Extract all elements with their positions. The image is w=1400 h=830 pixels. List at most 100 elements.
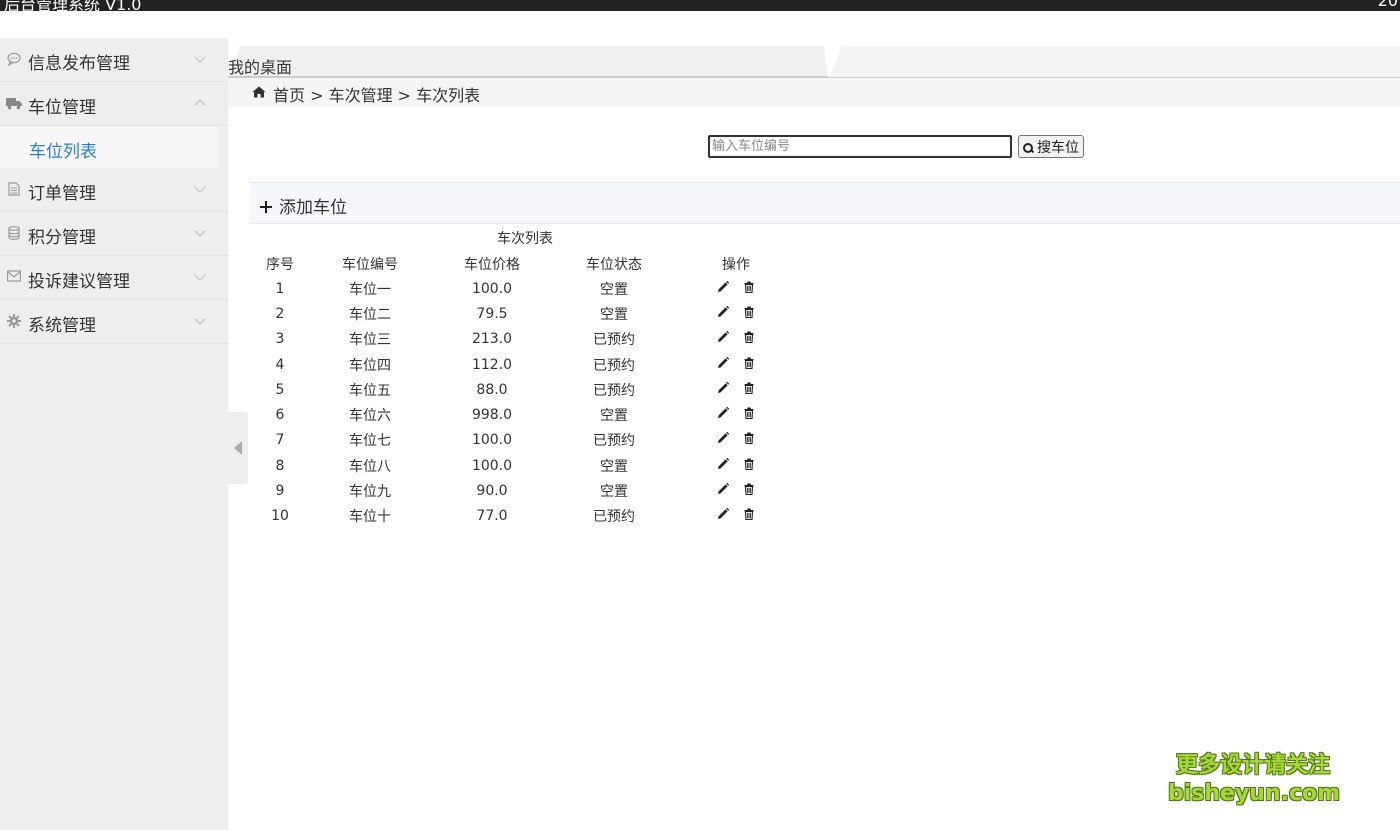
cell-code: 车位十 <box>349 509 391 526</box>
pencil-icon[interactable] <box>717 381 730 394</box>
add-parking-label: 添加车位 <box>279 198 347 218</box>
cell-index: 4 <box>275 356 285 373</box>
cell-status: 已预约 <box>593 382 635 399</box>
table-caption: 车次列表 <box>497 231 553 247</box>
sidebar-item-parking[interactable]: 车位管理 <box>0 82 228 126</box>
tab-my-desktop[interactable]: 我的桌面 <box>228 54 292 78</box>
sidebar-subitem-parking-list[interactable]: 车位列表 <box>0 126 218 168</box>
cell-index: 5 <box>275 381 285 398</box>
col-header-status: 车位状态 <box>586 256 642 273</box>
pencil-icon[interactable] <box>717 508 730 520</box>
table-row: 4 车位四 112.0 已预约 <box>250 352 798 377</box>
cell-code: 车位八 <box>349 458 391 475</box>
breadcrumb-text[interactable]: 首页 > 车次管理 > 车次列表 <box>273 82 480 106</box>
trash-icon[interactable] <box>743 357 755 369</box>
cell-code: 车位六 <box>349 408 391 425</box>
sidebar-item-label: 信息发布管理 <box>28 54 130 74</box>
cell-price: 88.0 <box>476 381 508 398</box>
parking-table: 序号 车位编号 车位价格 车位状态 操作 1 车位一 100.0 空置 2 车位二 79.5… <box>250 251 798 529</box>
sidebar-item-label: 投诉建议管理 <box>28 272 130 292</box>
chat-icon <box>6 52 22 68</box>
table-row: 8 车位八 100.0 空置 <box>250 453 798 478</box>
sidebar-subitem-label: 车位列表 <box>29 142 97 162</box>
trash-icon[interactable] <box>743 331 755 344</box>
search-button[interactable]: 搜车位 <box>1018 135 1084 158</box>
trash-icon[interactable] <box>743 432 755 445</box>
cell-code: 车位四 <box>349 357 391 374</box>
cell-price: 112.0 <box>471 356 513 373</box>
chevron-down-icon <box>193 181 209 197</box>
truck-icon <box>6 96 22 112</box>
toolbar: 添加车位 <box>250 182 1400 224</box>
chevron-down-icon <box>193 51 209 67</box>
envelope-icon <box>6 270 22 286</box>
cell-actions <box>674 478 798 503</box>
col-header-price: 车位价格 <box>464 256 520 273</box>
sidebar-item-label: 车位管理 <box>28 98 96 118</box>
table-row: 9 车位九 90.0 空置 <box>250 478 798 503</box>
watermark: 更多设计请关注 bisheyun.com <box>1168 752 1341 808</box>
document-icon <box>6 182 22 198</box>
table-row: 6 车位六 998.0 空置 <box>250 402 798 427</box>
cell-price: 100.0 <box>471 280 513 297</box>
sidebar-item-orders[interactable]: 订单管理 <box>0 168 228 212</box>
sidebar-item-label: 系统管理 <box>28 316 96 336</box>
breadcrumb: 首页 > 车次管理 > 车次列表 <box>228 78 1400 107</box>
pencil-icon[interactable] <box>717 331 730 343</box>
cell-index: 7 <box>275 432 285 449</box>
trash-icon[interactable] <box>743 281 755 293</box>
table-row: 3 车位三 213.0 已预约 <box>250 327 798 352</box>
pencil-icon[interactable] <box>717 457 730 470</box>
pencil-icon[interactable] <box>717 305 730 318</box>
trash-icon[interactable] <box>743 508 755 521</box>
pencil-icon[interactable] <box>717 280 730 293</box>
search-button-label: 搜车位 <box>1037 139 1079 156</box>
sidebar-item-info-publish[interactable]: 信息发布管理 <box>0 38 228 82</box>
trash-icon[interactable] <box>743 306 755 318</box>
cell-price: 90.0 <box>476 483 508 500</box>
cell-code: 车位三 <box>349 332 391 349</box>
add-parking-button[interactable]: 添加车位 <box>260 193 347 218</box>
sidebar-collapse-toggle[interactable] <box>228 412 248 484</box>
cell-price: 100.0 <box>471 457 513 474</box>
chevron-down-icon <box>193 269 209 285</box>
cell-status: 空置 <box>600 458 628 475</box>
tab-empty <box>830 46 1400 77</box>
trash-icon[interactable] <box>743 407 755 420</box>
sidebar-item-system[interactable]: 系统管理 <box>0 300 228 344</box>
sidebar-item-label: 积分管理 <box>28 228 96 248</box>
app-title: 后台管理系统 V1.0 <box>4 0 142 11</box>
pencil-icon[interactable] <box>717 406 730 419</box>
cell-index: 10 <box>271 508 289 525</box>
cell-status: 已预约 <box>593 433 635 450</box>
cell-index: 9 <box>275 483 285 500</box>
pencil-icon[interactable] <box>717 432 730 444</box>
cell-code: 车位七 <box>349 433 391 450</box>
cell-price: 998.0 <box>471 407 513 424</box>
cell-status: 已预约 <box>593 332 635 349</box>
sidebar-item-complaints[interactable]: 投诉建议管理 <box>0 256 228 300</box>
trash-icon[interactable] <box>743 382 755 394</box>
chevron-down-icon <box>193 225 209 241</box>
cell-actions <box>674 377 798 402</box>
col-header-index: 序号 <box>266 256 294 273</box>
cell-actions <box>674 504 798 529</box>
search-input[interactable] <box>708 135 1012 158</box>
pencil-icon[interactable] <box>717 482 730 495</box>
cell-code: 车位一 <box>349 281 391 298</box>
cell-code: 车位五 <box>349 382 391 399</box>
cell-status: 空置 <box>600 306 628 323</box>
top-right-text: 20 <box>1377 0 1398 10</box>
cell-code: 车位九 <box>349 484 391 501</box>
trash-icon[interactable] <box>743 458 755 470</box>
cell-price: 77.0 <box>476 508 508 525</box>
col-header-actions: 操作 <box>722 256 750 273</box>
watermark-line2: bisheyun.com <box>1168 781 1341 806</box>
cell-index: 8 <box>275 457 285 474</box>
trash-icon[interactable] <box>743 483 755 496</box>
cell-status: 已预约 <box>593 357 635 374</box>
pencil-icon[interactable] <box>717 356 730 369</box>
cell-actions <box>674 276 798 301</box>
sidebar-item-points[interactable]: 积分管理 <box>0 212 228 256</box>
table-row: 1 车位一 100.0 空置 <box>250 276 798 301</box>
